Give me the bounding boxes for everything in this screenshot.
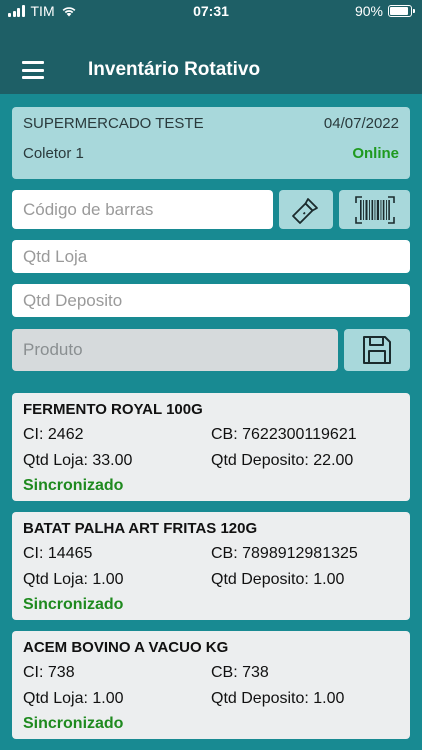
battery-fill (390, 7, 408, 15)
item-name: ACEM BOVINO A VACUO KG (23, 639, 229, 656)
item-name: FERMENTO ROYAL 100G (23, 401, 203, 418)
list-item[interactable]: ACEM BOVINO A VACUO KG CI: 738 CB: 738 Q… (12, 631, 410, 739)
item-ci: CI: 738 (23, 664, 75, 681)
app-header: Inventário Rotativo (0, 24, 422, 94)
list-item[interactable]: BATAT PALHA ART FRITAS 120G CI: 14465 CB… (12, 512, 410, 620)
item-qtd-deposito: Qtd Deposito: 22.00 (211, 452, 354, 469)
session-info-card: SUPERMERCADO TESTE 04/07/2022 Coletor 1 … (12, 107, 410, 179)
connection-status: Online (352, 145, 399, 162)
store-name: SUPERMERCADO TESTE (23, 115, 204, 132)
item-qtd-deposito: Qtd Deposito: 1.00 (211, 690, 345, 707)
item-ci: CI: 2462 (23, 426, 84, 443)
inventory-date: 04/07/2022 (323, 115, 399, 132)
item-ci: CI: 14465 (23, 545, 93, 562)
page-title: Inventário Rotativo (88, 59, 261, 80)
item-sync-status: Sincronizado (23, 715, 124, 732)
status-bar: TIM 07:31 90% (0, 0, 422, 24)
save-button[interactable] (344, 329, 410, 371)
collector-name: Coletor 1 (23, 145, 84, 162)
flashlight-button[interactable] (279, 190, 333, 229)
item-cb: CB: 7622300119621 (211, 426, 357, 443)
item-qtd-deposito: Qtd Deposito: 1.00 (211, 571, 345, 588)
battery-icon (388, 5, 415, 17)
status-right: 90% (354, 3, 415, 19)
item-cb: CB: 738 (211, 664, 269, 681)
list-item[interactable]: FERMENTO ROYAL 100G CI: 2462 CB: 7622300… (12, 393, 410, 501)
battery-percent: 90% (354, 3, 383, 19)
flashlight-icon (292, 197, 318, 224)
qtd-deposito-input[interactable] (12, 284, 410, 317)
item-qtd-loja: Qtd Loja: 33.00 (23, 452, 133, 469)
hamburger-menu-icon[interactable] (22, 61, 44, 79)
item-sync-status: Sincronizado (23, 596, 124, 613)
produto-field (12, 329, 338, 371)
qtd-loja-input[interactable] (12, 240, 410, 273)
item-qtd-loja: Qtd Loja: 1.00 (23, 690, 124, 707)
barcode-scan-button[interactable] (339, 190, 410, 229)
barcode-input[interactable] (12, 190, 273, 229)
barcode-scanner-icon (354, 195, 395, 224)
item-qtd-loja: Qtd Loja: 1.00 (23, 571, 124, 588)
item-cb: CB: 7898912981325 (211, 545, 358, 562)
item-name: BATAT PALHA ART FRITAS 120G (23, 520, 258, 537)
item-sync-status: Sincronizado (23, 477, 124, 494)
save-floppy-icon (363, 336, 391, 364)
